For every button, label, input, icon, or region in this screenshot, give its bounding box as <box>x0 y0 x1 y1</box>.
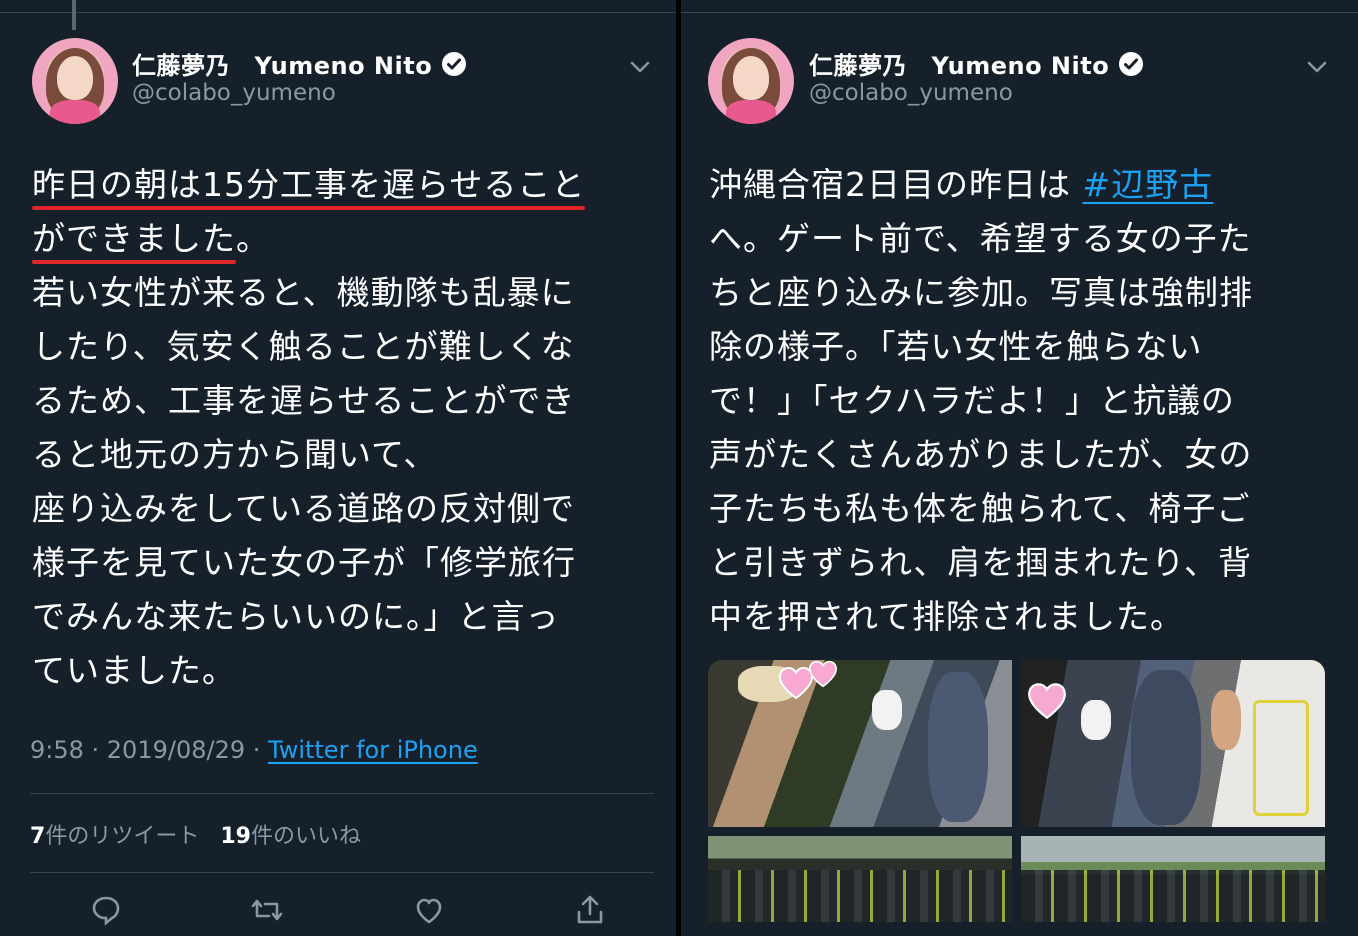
retweet-count: 7 <box>30 824 46 849</box>
tweet-line: で！」「セクハラだよ！」と抗議の <box>709 381 1235 420</box>
tweet-line: ると地元の方から聞いて、 <box>32 435 438 474</box>
retweet-stat[interactable]: 7件のリツイート <box>30 824 199 849</box>
meta-divider <box>30 793 654 794</box>
chevron-down-icon[interactable] <box>629 56 651 78</box>
avatar[interactable] <box>32 38 118 124</box>
tweet-line: したり、気安く触ることが難しくな <box>32 327 575 366</box>
tweet-line: るため、工事を遅らせることができ <box>32 381 576 420</box>
heart-sticker-icon <box>808 660 838 688</box>
tweet-meta: 9:58 · 2019/08/29 · Twitter for iPhone <box>30 736 478 764</box>
heart-sticker-icon <box>1028 683 1066 720</box>
retweet-label: 件のリツイート <box>45 824 200 849</box>
author-handle[interactable]: @colabo_yumeno <box>132 80 336 106</box>
timestamp[interactable]: 9:58 · 2019/08/29 · <box>30 736 268 764</box>
top-divider <box>0 12 676 13</box>
tweet-line: 座り込みをしている道路の反対側で <box>32 489 576 528</box>
line-2-tail: 。 <box>236 219 270 258</box>
reply-icon[interactable] <box>88 892 124 928</box>
tweet-line: と引きずられ、肩を掴まれたり、背 <box>709 543 1253 582</box>
top-divider <box>681 12 1358 13</box>
stats-divider <box>30 872 654 873</box>
tweet-line-prefix: 沖縄合宿2日目の昨日は <box>709 165 1083 204</box>
protest-photo-3[interactable] <box>708 836 1012 922</box>
tweet-line: 様子を見ていた女の子が「修学旅行 <box>32 543 576 582</box>
tweet-line: 除の様子。「若い女性を触らない <box>709 327 1203 366</box>
thread-connector-line <box>72 0 76 30</box>
author-handle[interactable]: @colabo_yumeno <box>809 80 1013 106</box>
protest-photo-2[interactable] <box>1021 660 1325 827</box>
like-label: 件のいいね <box>250 824 361 849</box>
tweet-line: 若い女性が来ると、機動隊も乱暴に <box>32 273 575 312</box>
like-icon[interactable] <box>411 892 447 928</box>
chevron-down-icon[interactable] <box>1306 56 1328 78</box>
tweet-line: ていました。 <box>32 651 236 690</box>
tweet-line: 子たちも私も体を触られて、椅子ご <box>709 489 1251 528</box>
tweet-line: 中を押されて排除されました。 <box>709 597 1185 636</box>
underlined-line-2: ができました <box>32 212 236 266</box>
tweet-body: 昨日の朝は15分工事を遅らせること ができました。 若い女性が来ると、機動隊も乱… <box>32 158 586 698</box>
protest-photo-4[interactable] <box>1021 836 1325 922</box>
like-count: 19 <box>220 824 251 849</box>
left-tweet-panel: 仁藤夢乃 Yumeno Nito @colabo_yumeno 昨日の朝は15分… <box>0 0 676 936</box>
source-link[interactable]: Twitter for iPhone <box>268 736 478 764</box>
verified-badge-icon <box>442 51 467 76</box>
author-name-row[interactable]: 仁藤夢乃 Yumeno Nito <box>132 46 467 81</box>
tweet-line: へ。ゲート前で、希望する女の子た <box>709 219 1252 258</box>
action-bar <box>88 892 608 928</box>
tweet-line: 声がたくさんあがりましたが、女の <box>709 435 1253 474</box>
tweet-line: でみんな来たらいいのに。」と言っ <box>32 597 560 636</box>
tweet-body: 沖縄合宿2日目の昨日は #辺野古 へ。ゲート前で、希望する女の子た ちと座り込み… <box>709 158 1253 644</box>
like-stat[interactable]: 19件のいいね <box>220 824 361 849</box>
hashtag-link[interactable]: #辺野古 <box>1083 165 1214 204</box>
photo-grid <box>708 660 1325 922</box>
protest-photo-1[interactable] <box>708 660 1012 827</box>
display-name[interactable]: 仁藤夢乃 Yumeno Nito <box>132 46 432 81</box>
retweet-icon[interactable] <box>249 892 285 928</box>
share-icon[interactable] <box>572 892 608 928</box>
verified-badge-icon <box>1119 51 1144 76</box>
underlined-line-1: 昨日の朝は15分工事を遅らせること <box>32 158 586 212</box>
avatar[interactable] <box>708 38 794 124</box>
display-name[interactable]: 仁藤夢乃 Yumeno Nito <box>809 46 1109 81</box>
tweet-line: ちと座り込みに参加。写真は強制排 <box>709 273 1253 312</box>
author-name-row[interactable]: 仁藤夢乃 Yumeno Nito <box>809 46 1144 81</box>
engagement-stats: 7件のリツイート 19件のいいね <box>30 818 361 850</box>
